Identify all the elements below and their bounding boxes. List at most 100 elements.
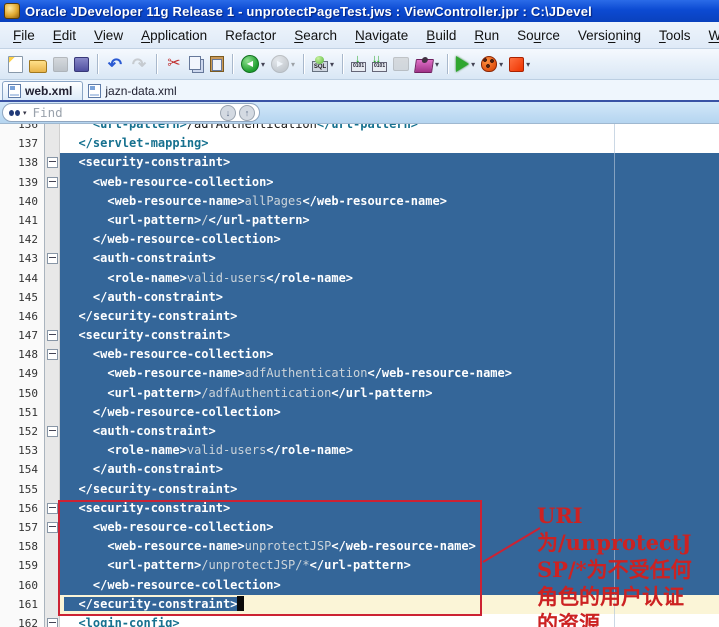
code-text[interactable]: <login-config> <box>60 614 719 627</box>
code-text[interactable]: <web-resource-collection> <box>60 517 719 538</box>
fold-collapse-icon[interactable] <box>46 176 58 188</box>
undo-button[interactable]: ↶ <box>104 52 126 76</box>
code-line-156: 156 <security-constraint> <box>0 498 719 518</box>
menu-edit[interactable]: Edit <box>44 25 85 46</box>
menu-navigate[interactable]: Navigate <box>346 25 417 46</box>
run-button[interactable]: ▾ <box>454 52 477 76</box>
line-number: 149 <box>0 364 45 384</box>
fold-gutter <box>45 134 60 154</box>
code-text[interactable]: <url-pattern>/unprotectJSP/*</url-patter… <box>60 556 719 576</box>
back-dropdown-caret-icon[interactable]: ▾ <box>261 60 265 69</box>
copy-button[interactable] <box>187 52 206 76</box>
paste-button[interactable] <box>208 52 226 76</box>
code-text[interactable]: <security-constraint> <box>60 326 719 346</box>
line-number: 145 <box>0 287 45 307</box>
line-number: 157 <box>0 517 45 538</box>
stop-icon <box>509 56 525 72</box>
debug-icon <box>481 56 498 72</box>
code-text[interactable]: </auth-constraint> <box>60 460 719 480</box>
fold-collapse-icon[interactable] <box>46 157 58 169</box>
save-all-button[interactable] <box>72 52 91 76</box>
fold-collapse-icon[interactable] <box>46 253 58 265</box>
code-text[interactable]: </servlet-mapping> <box>60 134 719 153</box>
code-text[interactable]: <url-pattern>/</url-pattern> <box>60 210 719 231</box>
profile-dropdown-caret-icon[interactable]: ▾ <box>435 60 439 69</box>
code-text[interactable]: </security-constraint> <box>60 479 719 499</box>
fold-gutter <box>45 498 60 518</box>
code-text[interactable]: </auth-constraint> <box>60 287 719 307</box>
fold-collapse-icon[interactable] <box>46 502 58 514</box>
code-text[interactable]: <role-name>valid-users</role-name> <box>60 268 719 288</box>
menu-file[interactable]: File <box>4 25 44 46</box>
undo-icon: ↶ <box>107 54 123 74</box>
sql-worksheet-button[interactable]: ▾ <box>310 52 336 76</box>
code-line-159: 159 <url-pattern>/unprotectJSP/*</url-pa… <box>0 556 719 576</box>
menu-build[interactable]: Build <box>417 25 465 46</box>
run-dropdown-caret-icon[interactable]: ▾ <box>471 60 475 69</box>
code-text[interactable]: </security-constraint> <box>60 306 719 327</box>
code-text[interactable]: <web-resource-name>adfAuthentication</we… <box>60 364 719 384</box>
line-number: 138 <box>0 153 45 173</box>
fold-gutter <box>45 345 60 365</box>
tab-web-xml[interactable]: web.xml <box>2 81 84 100</box>
code-text[interactable]: </security-constraint> <box>60 594 719 614</box>
find-next-icon[interactable]: ↓ <box>220 104 236 121</box>
debug-button[interactable]: ▾ <box>479 52 505 76</box>
code-text[interactable]: <auth-constraint> <box>60 249 719 269</box>
code-text[interactable]: <web-resource-name>unprotectJSP</web-res… <box>60 537 719 557</box>
code-text[interactable]: <role-name>valid-users</role-name> <box>60 441 719 461</box>
code-text[interactable]: </web-resource-collection> <box>60 402 719 422</box>
find-options-caret-icon[interactable]: ▾ <box>23 109 27 117</box>
code-text[interactable]: <security-constraint> <box>60 153 719 173</box>
code-text[interactable]: <web-resource-name>allPages</web-resourc… <box>60 191 719 211</box>
fold-gutter <box>45 383 60 403</box>
fold-collapse-icon[interactable] <box>46 330 58 342</box>
line-number: 140 <box>0 191 45 211</box>
code-line-139: 139 <web-resource-collection> <box>0 172 719 192</box>
menu-window[interactable]: Window <box>699 25 719 46</box>
stop-button[interactable]: ▾ <box>507 52 532 76</box>
fold-gutter <box>45 594 60 614</box>
cut-button[interactable]: ✂ <box>163 52 185 76</box>
code-text[interactable]: <web-resource-collection> <box>60 345 719 365</box>
title-bar[interactable]: Oracle JDeveloper 11g Release 1 - unprot… <box>0 0 719 22</box>
fold-gutter <box>45 517 60 538</box>
tab-jazn-data-xml[interactable]: jazn-data.xml <box>83 82 186 100</box>
menu-search[interactable]: Search <box>285 25 346 46</box>
compile-all-button[interactable] <box>370 52 389 76</box>
new-file-button[interactable] <box>6 52 25 76</box>
forward-dropdown-caret-icon[interactable]: ▾ <box>291 60 295 69</box>
menu-source[interactable]: Source <box>508 25 569 46</box>
fold-collapse-icon[interactable] <box>46 522 58 534</box>
compile-button[interactable] <box>349 52 368 76</box>
sql-worksheet-dropdown-caret-icon[interactable]: ▾ <box>330 60 334 69</box>
fold-collapse-icon[interactable] <box>46 349 58 361</box>
code-text[interactable]: <security-constraint> <box>60 498 719 518</box>
menu-refactor[interactable]: Refactor <box>216 25 285 46</box>
code-text[interactable]: </web-resource-collection> <box>60 575 719 595</box>
back-button[interactable]: ◀ ▾ <box>239 52 267 76</box>
code-text[interactable]: </web-resource-collection> <box>60 230 719 250</box>
code-text[interactable]: <web-resource-collection> <box>60 172 719 192</box>
menu-view[interactable]: View <box>85 25 132 46</box>
code-text[interactable]: <auth-constraint> <box>60 422 719 442</box>
code-editor[interactable]: 136 <url-pattern>/adfAuthentication</url… <box>0 124 719 627</box>
line-number: 148 <box>0 345 45 365</box>
menu-application[interactable]: Application <box>132 25 216 46</box>
fold-collapse-icon[interactable] <box>46 617 58 627</box>
find-previous-icon[interactable]: ↑ <box>239 104 255 121</box>
fold-gutter <box>45 191 60 211</box>
menu-run[interactable]: Run <box>465 25 508 46</box>
code-text[interactable]: <url-pattern>/adfAuthentication</url-pat… <box>60 124 719 134</box>
profile-button[interactable]: ▾ <box>413 52 441 76</box>
compile-all-icon <box>372 54 388 72</box>
open-folder-icon <box>29 59 47 73</box>
menu-versioning[interactable]: Versioning <box>569 25 650 46</box>
code-text[interactable]: <url-pattern>/adfAuthentication</url-pat… <box>60 383 719 403</box>
open-folder-button[interactable] <box>27 52 49 76</box>
find-input[interactable]: ▾ Find ↓ ↑ <box>2 103 260 122</box>
stop-dropdown-caret-icon[interactable]: ▾ <box>526 60 530 69</box>
debug-dropdown-caret-icon[interactable]: ▾ <box>499 60 503 69</box>
fold-collapse-icon[interactable] <box>46 426 58 438</box>
menu-tools[interactable]: Tools <box>650 25 700 46</box>
